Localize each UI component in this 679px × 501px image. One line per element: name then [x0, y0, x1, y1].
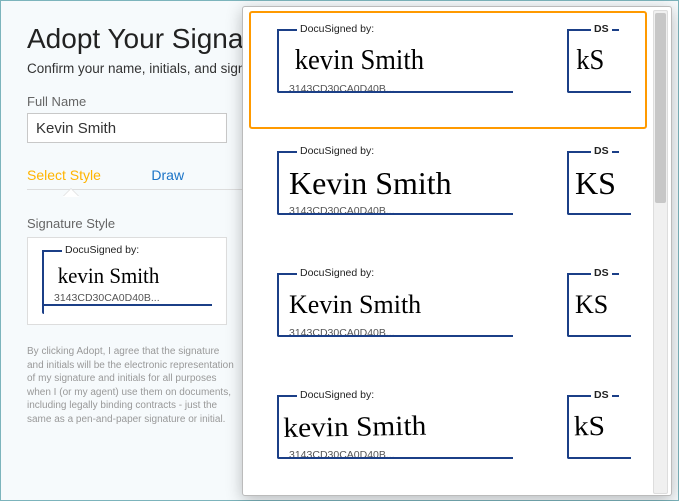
signature-preview[interactable]: DocuSigned by: kevin Smith 3143CD30CA0D4…: [27, 237, 227, 325]
scrollbar[interactable]: [653, 10, 668, 494]
docusigned-by-label: DocuSigned by:: [297, 267, 377, 279]
tab-caret-icon: [63, 189, 79, 197]
signature-text: Kevin Smith: [273, 151, 533, 205]
initials-frame-line: [567, 273, 569, 337]
initials-text: KS: [565, 151, 635, 205]
initials-frame-line: [567, 151, 569, 215]
initials-frame-line: [567, 213, 631, 215]
signature-text: kevin Smith: [280, 29, 527, 83]
tab-draw[interactable]: Draw: [151, 161, 184, 189]
initials-text: kS: [563, 394, 637, 449]
initials-frame-line: [567, 91, 631, 93]
initials-frame-line: [567, 457, 631, 459]
signature-style-popup: DocuSigned by:kevin Smith3143CD30CA0D40B…: [242, 6, 672, 496]
signature-frame-line: [277, 151, 279, 215]
signature-hash: 3143CD30CA0D40B...: [273, 205, 533, 217]
signature-style-option[interactable]: DocuSigned by:Kevin Smith3143CD30CA0D40B…: [249, 133, 647, 251]
ds-label: DS: [591, 267, 612, 279]
initials-text: KS: [565, 273, 635, 327]
signature-hash: 3143CD30CA0D40B...: [38, 292, 218, 304]
signature-hash: 3143CD30CA0D40B...: [273, 327, 533, 339]
signature-text: Kevin Smith: [273, 273, 533, 327]
tab-select-style[interactable]: Select Style: [27, 161, 101, 189]
signature-frame-line: [277, 335, 513, 337]
adopt-disclaimer: By clicking Adopt, I agree that the sign…: [27, 345, 237, 426]
signature-hash: 3143CD30CA0D40B...: [273, 83, 533, 95]
initials-text: kS: [567, 29, 634, 83]
scrollbar-thumb[interactable]: [655, 13, 666, 203]
ds-label: DS: [591, 145, 612, 157]
signature-style-option[interactable]: DocuSigned by:Kevin Smith3143CD30CA0D40B…: [249, 255, 647, 373]
full-name-input[interactable]: [27, 113, 227, 143]
signature-frame-line: [277, 91, 513, 93]
initials-frame-line: [567, 335, 631, 337]
signature-frame-line: [277, 273, 279, 337]
signature-hash: 3143CD30CA0D40B...: [273, 449, 533, 461]
docusigned-by-label: DocuSigned by:: [297, 145, 377, 157]
signature-style-list: DocuSigned by:kevin Smith3143CD30CA0D40B…: [243, 7, 653, 495]
signature-style-option[interactable]: DocuSigned by:kevin Smith3143CD30CA0D40B…: [249, 11, 647, 129]
signature-frame-line: [277, 457, 513, 459]
signature-frame-line: [277, 213, 513, 215]
signature-frame-line: [42, 304, 212, 306]
signature-text: kevin Smith: [266, 393, 540, 452]
signature-text: kevin Smith: [43, 250, 214, 292]
signature-style-option[interactable]: DocuSigned by:kevin Smith3143CD30CA0D40B…: [249, 377, 647, 495]
